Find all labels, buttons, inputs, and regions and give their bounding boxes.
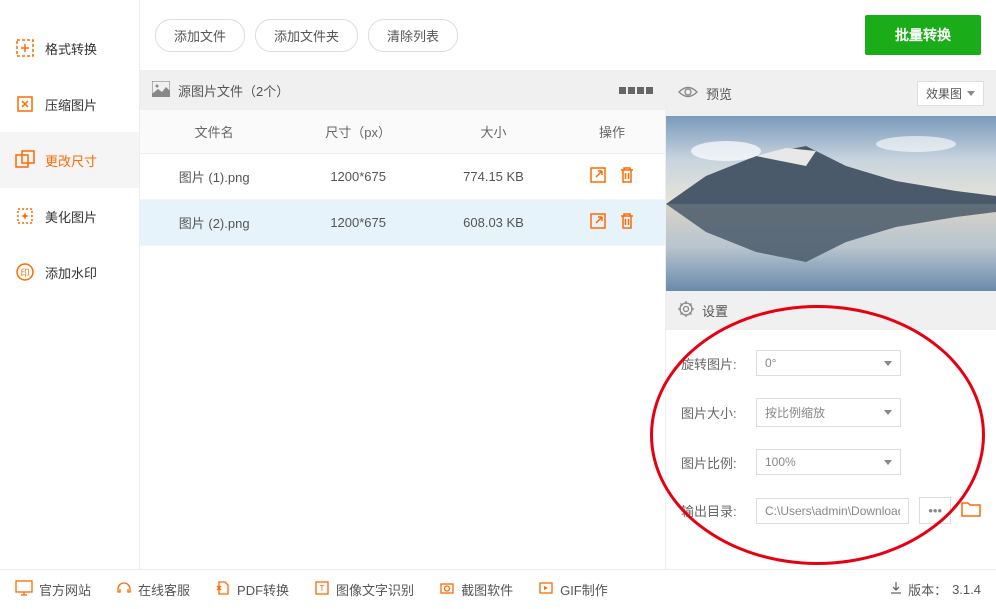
sidebar-item-beautify[interactable]: 美化图片	[0, 188, 139, 244]
sidebar-item-watermark[interactable]: 印 添加水印	[0, 244, 139, 300]
version-value: 3.1.4	[952, 582, 981, 597]
size-value: 按比例缩放	[765, 404, 825, 421]
svg-text:印: 印	[20, 267, 29, 278]
file-table: 文件名 尺寸（px） 大小 操作 图片 (1).png 1200*675 774…	[140, 110, 665, 246]
cell-size: 608.03 KB	[428, 200, 559, 246]
watermark-icon: 印	[15, 262, 35, 282]
preview-mode-select[interactable]: 效果图	[917, 81, 984, 106]
gear-icon	[678, 301, 694, 320]
table-row[interactable]: 图片 (2).png 1200*675 608.03 KB	[140, 200, 665, 246]
export-icon[interactable]	[589, 212, 607, 233]
resize-icon	[15, 150, 35, 170]
sidebar-item-label: 格式转换	[45, 39, 97, 58]
output-path-input[interactable]	[756, 498, 909, 524]
sidebar: 格式转换 压缩图片 更改尺寸 美化图片 印 添加水印	[0, 0, 140, 570]
cell-dim: 1200*675	[288, 200, 428, 246]
ratio-label: 图片比例:	[681, 453, 746, 472]
col-dim: 尺寸（px）	[288, 110, 428, 154]
browse-button[interactable]: •••	[919, 497, 951, 524]
pdf-label: PDF转换	[237, 580, 289, 599]
cell-dim: 1200*675	[288, 154, 428, 200]
export-icon[interactable]	[589, 166, 607, 187]
chevron-down-icon	[884, 460, 892, 465]
settings-header: 设置	[666, 291, 996, 330]
svg-text:T: T	[320, 584, 325, 593]
sidebar-item-resize[interactable]: 更改尺寸	[0, 132, 139, 188]
cell-name: 图片 (1).png	[140, 154, 288, 200]
version-label: 版本：	[908, 580, 947, 599]
files-header-text: 源图片文件（2个）	[178, 81, 289, 100]
clear-list-button[interactable]: 清除列表	[368, 19, 458, 52]
cell-name: 图片 (2).png	[140, 200, 288, 246]
preview-image	[666, 116, 996, 291]
gif-link[interactable]: GIF制作	[538, 580, 608, 599]
output-label: 输出目录:	[681, 501, 746, 520]
col-ops: 操作	[559, 110, 665, 154]
sidebar-item-label: 添加水印	[45, 263, 97, 282]
ocr-icon: T	[314, 580, 330, 599]
add-file-button[interactable]: 添加文件	[155, 19, 245, 52]
folder-icon[interactable]	[961, 501, 981, 520]
support-link[interactable]: 在线客服	[116, 580, 190, 599]
sidebar-item-label: 美化图片	[45, 207, 97, 226]
main: 添加文件 添加文件夹 清除列表 批量转换 源图片文件（2个） 文件名 尺寸（px…	[140, 0, 996, 570]
size-select[interactable]: 按比例缩放	[756, 398, 901, 427]
chevron-down-icon	[884, 410, 892, 415]
rotate-select[interactable]: 0°	[756, 350, 901, 376]
preview-title: 预览	[706, 84, 732, 103]
sidebar-item-format[interactable]: 格式转换	[0, 20, 139, 76]
rotate-value: 0°	[765, 356, 776, 370]
settings-title: 设置	[702, 301, 728, 320]
capture-link[interactable]: 截图软件	[439, 580, 513, 599]
website-link[interactable]: 官方网站	[15, 580, 91, 599]
preview-header: 预览 效果图	[666, 71, 996, 116]
beautify-icon	[15, 206, 35, 226]
settings-body: 旋转图片: 0° 图片大小: 按比例缩放 图	[666, 330, 996, 566]
pdf-icon	[215, 580, 231, 599]
topbar: 添加文件 添加文件夹 清除列表 批量转换	[140, 0, 996, 71]
sidebar-item-label: 压缩图片	[45, 95, 97, 114]
size-label: 图片大小:	[681, 403, 746, 422]
files-header: 源图片文件（2个）	[140, 71, 665, 110]
gif-icon	[538, 580, 554, 599]
col-size: 大小	[428, 110, 559, 154]
format-icon	[15, 38, 35, 58]
col-name: 文件名	[140, 110, 288, 154]
batch-convert-button[interactable]: 批量转换	[865, 15, 981, 55]
support-label: 在线客服	[138, 580, 190, 599]
download-icon	[889, 581, 903, 598]
sidebar-item-label: 更改尺寸	[45, 151, 97, 170]
chevron-down-icon	[967, 91, 975, 96]
headset-icon	[116, 580, 132, 599]
ratio-select[interactable]: 100%	[756, 449, 901, 475]
image-icon	[152, 81, 170, 100]
right-panel: 预览 效果图	[666, 71, 996, 570]
version: 版本： 3.1.4	[889, 580, 981, 599]
delete-icon[interactable]	[619, 166, 635, 187]
add-folder-button[interactable]: 添加文件夹	[255, 19, 358, 52]
cell-size: 774.15 KB	[428, 154, 559, 200]
sidebar-item-compress[interactable]: 压缩图片	[0, 76, 139, 132]
preview-mode-value: 效果图	[926, 85, 962, 102]
table-row[interactable]: 图片 (1).png 1200*675 774.15 KB	[140, 154, 665, 200]
delete-icon[interactable]	[619, 212, 635, 233]
ratio-value: 100%	[765, 455, 796, 469]
capture-label: 截图软件	[461, 580, 513, 599]
file-list-panel: 源图片文件（2个） 文件名 尺寸（px） 大小 操作 图片	[140, 71, 666, 570]
gif-label: GIF制作	[560, 580, 608, 599]
pdf-link[interactable]: PDF转换	[215, 580, 289, 599]
capture-icon	[439, 580, 455, 599]
monitor-icon	[15, 580, 33, 599]
preview-icon	[678, 85, 698, 102]
ocr-link[interactable]: T 图像文字识别	[314, 580, 414, 599]
rotate-label: 旋转图片:	[681, 354, 746, 373]
compress-icon	[15, 94, 35, 114]
chevron-down-icon	[884, 361, 892, 366]
bottombar: 官方网站 在线客服 PDF转换 T 图像文字识别 截图软件 GIF制作 版本： …	[0, 569, 996, 609]
ocr-label: 图像文字识别	[336, 580, 414, 599]
website-label: 官方网站	[39, 580, 91, 599]
view-toggle-icon[interactable]	[619, 87, 653, 94]
